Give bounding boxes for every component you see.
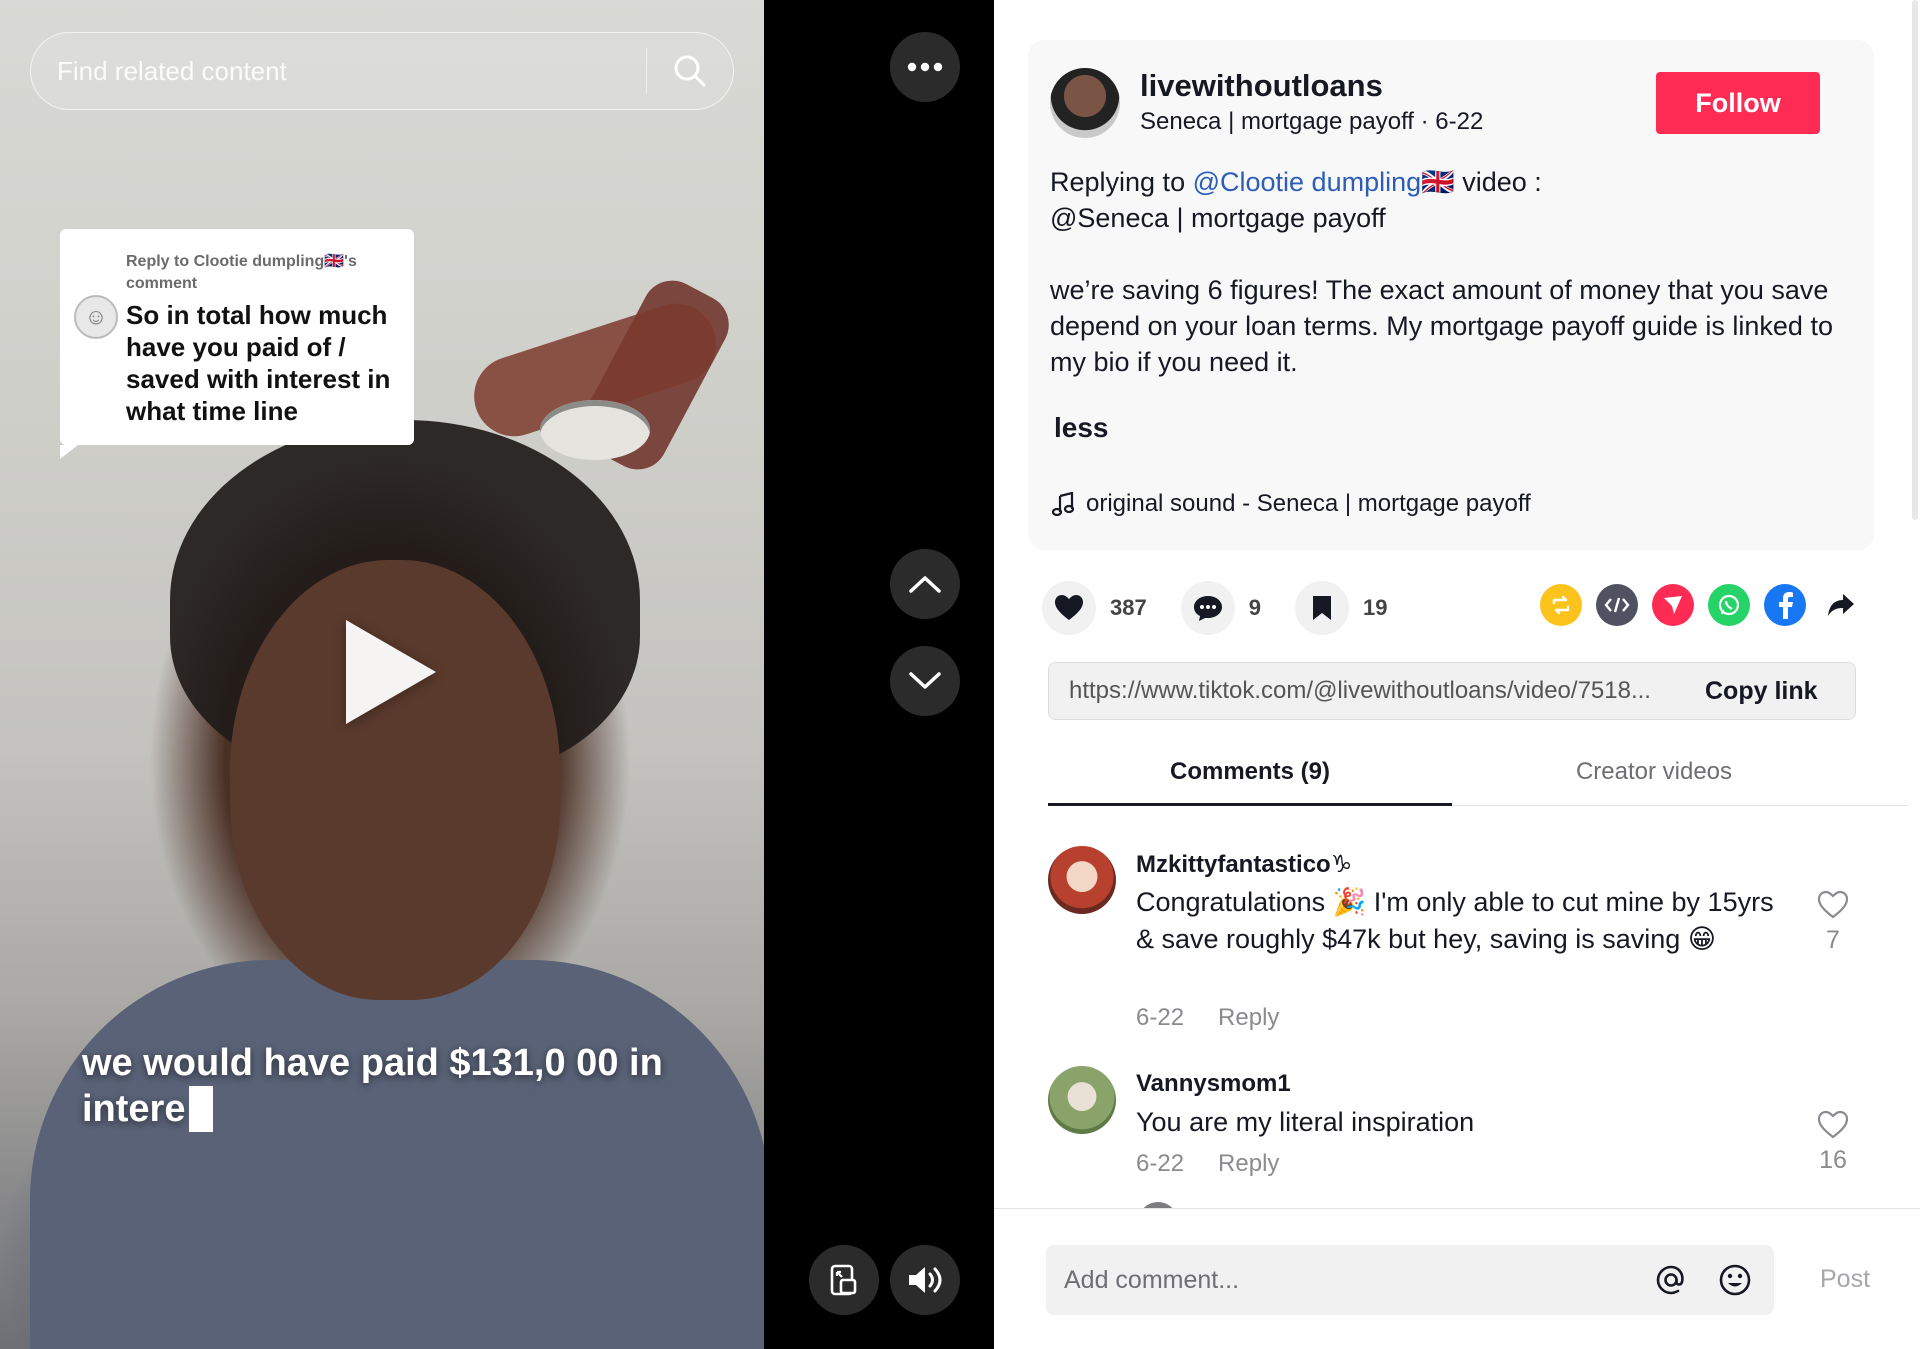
comment-item: Vannysmom1 You are my literal inspiratio… <box>1048 1040 1858 1190</box>
share-link-box: https://www.tiktok.com/@livewithoutloans… <box>1048 662 1856 720</box>
reply-comment-bubble: ☺ Reply to Clootie dumpling🇬🇧's comment … <box>60 229 414 459</box>
next-comment-partial <box>1048 1196 1858 1208</box>
embed-icon[interactable] <box>1596 584 1638 626</box>
sound-link[interactable]: original sound - Seneca | mortgage payof… <box>1052 490 1531 518</box>
comment-date: 6-22 <box>1136 1004 1185 1031</box>
follow-button[interactable]: Follow <box>1656 72 1820 134</box>
chevron-up-icon <box>909 576 941 593</box>
share-arrow-icon[interactable] <box>1820 584 1862 626</box>
like-count: 387 <box>1110 595 1147 620</box>
tab-creator-videos[interactable]: Creator videos <box>1452 742 1856 805</box>
post-button[interactable]: Post <box>1820 1265 1870 1294</box>
panel-scrollbar[interactable] <box>1912 0 1918 520</box>
caption-cursor <box>189 1086 214 1132</box>
comment-username[interactable]: Mzkittyfantastico♑ <box>1136 850 1352 879</box>
comments-list: Mzkittyfantastico♑ Congratulations 🎉 I'm… <box>994 820 1920 1208</box>
less-button[interactable]: less <box>1054 412 1109 444</box>
comment-like-count: 7 <box>1826 926 1840 954</box>
comment-like-button[interactable]: 7 <box>1808 890 1858 955</box>
copy-link-button[interactable]: Copy link <box>1705 677 1855 706</box>
more-dots-icon <box>907 62 943 72</box>
reply-bubble-meta: Reply to Clootie dumpling🇬🇧's comment <box>126 253 357 292</box>
comment-meta: 6-22 Reply <box>1136 1150 1279 1178</box>
commenter-avatar[interactable] <box>1048 1066 1116 1134</box>
related-search-bar <box>30 32 734 110</box>
video-caption-text: we would have paid $131,0 00 in intere <box>82 1042 663 1130</box>
save-count: 19 <box>1362 595 1388 620</box>
author-avatar[interactable] <box>1050 68 1120 138</box>
share-buttons <box>1540 584 1862 626</box>
mini-player-icon <box>830 1264 857 1296</box>
related-search-input[interactable] <box>31 33 646 109</box>
send-icon[interactable] <box>1652 584 1694 626</box>
search-icon[interactable] <box>647 33 733 109</box>
comment-meta: 6-22 Reply <box>1136 1004 1279 1032</box>
reply-prefix: Replying to <box>1050 167 1193 197</box>
comment-count: 9 <box>1248 595 1261 620</box>
music-note-icon <box>1052 492 1074 516</box>
comment-text: Congratulations 🎉 I'm only able to cut m… <box>1136 887 1774 954</box>
mention-at-icon[interactable] <box>1646 1255 1696 1305</box>
video-scene-shirt <box>30 960 764 1349</box>
heart-outline-icon <box>1817 1110 1849 1139</box>
comment-input-wrap <box>1046 1245 1774 1315</box>
engagement-actions: 387 9 19 <box>1042 578 1421 638</box>
video-pane: ☺ Reply to Clootie dumpling🇬🇧's comment … <box>0 0 994 1349</box>
mini-player-button[interactable] <box>809 1245 879 1315</box>
comment-like-button[interactable]: 16 <box>1808 1110 1858 1175</box>
play-icon[interactable] <box>346 620 436 724</box>
description-line-2: @Seneca | mortgage payoff <box>1050 203 1386 233</box>
speaker-icon <box>909 1267 942 1293</box>
heart-outline-icon <box>1817 890 1849 919</box>
reply-bubble-text: So in total how much have you paid of / … <box>126 300 391 426</box>
post-description: Replying to @Clootie dumpling🇬🇧 video : … <box>1050 164 1850 380</box>
tab-comments[interactable]: Comments (9) <box>1048 742 1452 806</box>
facebook-icon[interactable] <box>1764 584 1806 626</box>
mention-link[interactable]: @Clootie dumpling🇬🇧 <box>1193 167 1455 197</box>
comment-text: You are my literal inspiration <box>1136 1107 1475 1137</box>
emoji-icon[interactable] <box>1710 1255 1760 1305</box>
comment-reply-button[interactable]: Reply <box>1218 1150 1279 1178</box>
comment-username[interactable]: Vannysmom1 <box>1136 1070 1291 1098</box>
details-panel: livewithoutloans Seneca | mortgage payof… <box>994 0 1920 1349</box>
author-subtitle: Seneca | mortgage payoff · 6-22 <box>1140 108 1484 135</box>
comment-bubble-icon <box>1180 581 1235 635</box>
description-body: we’re saving 6 figures! The exact amount… <box>1050 275 1833 377</box>
more-options-button[interactable] <box>890 32 960 102</box>
comment-input[interactable] <box>1046 1245 1646 1315</box>
comment-action[interactable]: 9 <box>1180 581 1261 635</box>
comment-item: Mzkittyfantastico♑ Congratulations 🎉 I'm… <box>1048 820 1858 1040</box>
previous-video-button[interactable] <box>890 549 960 619</box>
volume-button[interactable] <box>890 1245 960 1315</box>
video-scene-light <box>540 400 650 460</box>
comment-like-count: 16 <box>1819 1146 1847 1174</box>
video-caption: we would have paid $131,0 00 in intere <box>82 1040 682 1132</box>
author-username[interactable]: livewithoutloans <box>1140 68 1383 104</box>
comment-composer: Post <box>994 1208 1920 1349</box>
reply-line: Replying to @Clootie dumpling🇬🇧 video : <box>1050 164 1850 200</box>
save-action[interactable]: 19 <box>1294 581 1388 635</box>
post-info-card: livewithoutloans Seneca | mortgage payof… <box>1028 40 1874 550</box>
app-root: ☺ Reply to Clootie dumpling🇬🇧's comment … <box>0 0 1920 1349</box>
chevron-down-icon <box>909 672 941 689</box>
repost-icon[interactable] <box>1540 584 1582 626</box>
comment-reply-button[interactable]: Reply <box>1218 1004 1279 1032</box>
reply-suffix: video : <box>1454 167 1542 197</box>
video-player[interactable]: ☺ Reply to Clootie dumpling🇬🇧's comment … <box>0 0 764 1349</box>
next-video-button[interactable] <box>890 646 960 716</box>
ghost-avatar-icon: ☺ <box>74 295 118 339</box>
share-link-url[interactable]: https://www.tiktok.com/@livewithoutloans… <box>1049 677 1705 705</box>
heart-icon <box>1042 581 1096 635</box>
bookmark-icon <box>1294 581 1349 635</box>
whatsapp-icon[interactable] <box>1708 584 1750 626</box>
sound-label: original sound - Seneca | mortgage payof… <box>1086 490 1531 517</box>
comment-date: 6-22 <box>1136 1150 1185 1177</box>
commenter-avatar[interactable] <box>1048 846 1116 914</box>
panel-tabs: Comments (9) Creator videos <box>1048 742 1908 806</box>
like-action[interactable]: 387 <box>1042 581 1147 635</box>
